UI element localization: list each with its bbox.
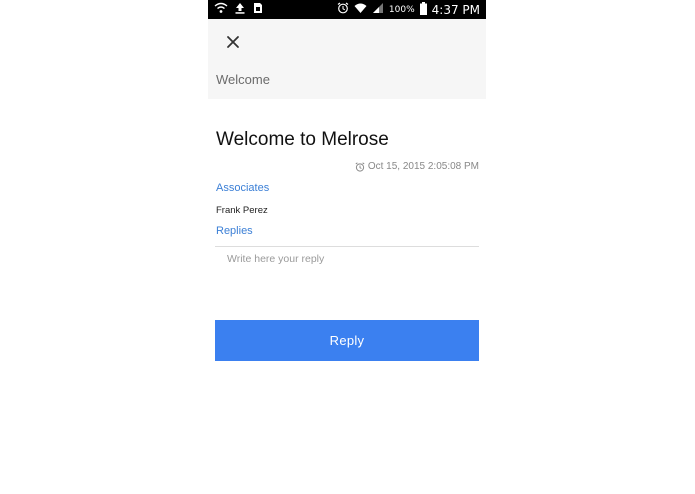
close-icon <box>227 36 239 48</box>
app-bar: Welcome <box>208 19 486 99</box>
replies-label: Replies <box>216 225 253 237</box>
message-timestamp: Oct 15, 2015 2:05:08 PM <box>367 161 479 172</box>
status-bar: 100% 4:37 PM <box>208 0 486 19</box>
wifi-icon <box>354 2 367 17</box>
alarm-clock-icon <box>355 161 365 172</box>
reply-input[interactable] <box>215 246 479 306</box>
status-time: 4:37 PM <box>431 2 480 17</box>
close-button[interactable] <box>222 31 244 53</box>
status-bar-notifications <box>214 2 263 17</box>
signal-icon <box>372 2 384 17</box>
phone-screen: 100% 4:37 PM Welcome Welcome to Melrose … <box>208 0 486 494</box>
status-bar-system: 100% 4:37 PM <box>337 1 480 18</box>
reply-button[interactable]: Reply <box>215 320 479 361</box>
battery-icon <box>419 1 427 18</box>
message-timestamp-row: Oct 15, 2015 2:05:08 PM <box>355 161 479 172</box>
message-title: Welcome to Melrose <box>216 129 389 150</box>
upload-icon <box>234 2 246 17</box>
alarm-icon <box>337 2 349 17</box>
app-bar-title: Welcome <box>216 72 270 87</box>
associates-label: Associates <box>216 182 270 194</box>
sim-icon <box>252 2 263 17</box>
wifi-call-icon <box>214 2 228 17</box>
associate-name: Frank Perez <box>216 205 268 216</box>
battery-percent: 100% <box>388 4 415 15</box>
